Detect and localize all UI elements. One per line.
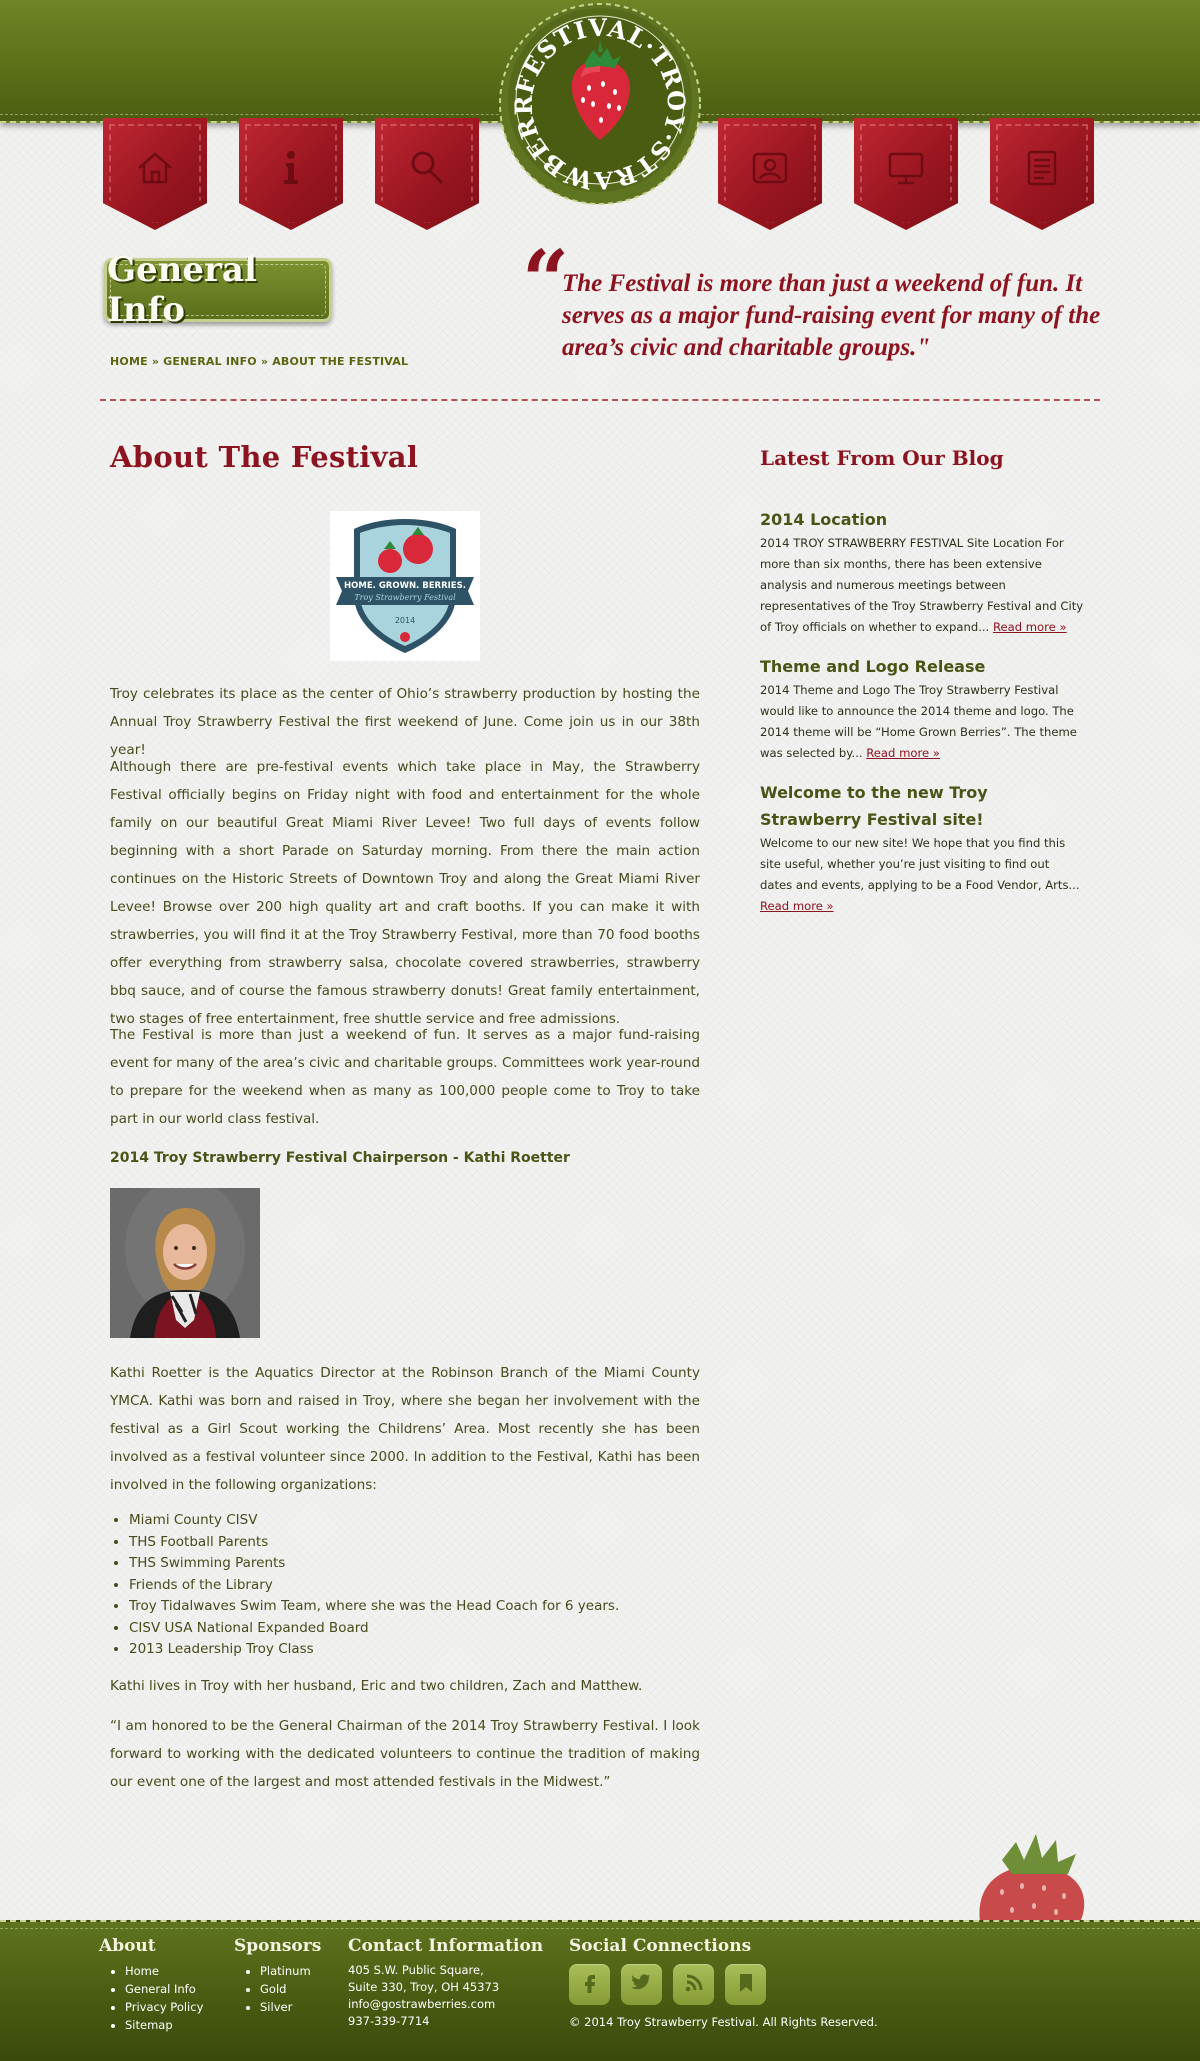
page-title: About The Festival	[110, 440, 419, 474]
strawberry-decoration	[972, 1830, 1092, 1922]
list-item: Miami County CISV	[129, 1510, 619, 1532]
read-more-link[interactable]: Read more »	[866, 746, 940, 760]
document-icon	[1020, 146, 1064, 190]
contact-phone: 937-339-7714	[348, 2014, 430, 2028]
blog-post-excerpt: 2014 TROY STRAWBERRY FESTIVAL Site Locat…	[760, 533, 1085, 638]
twitter-button[interactable]	[621, 1964, 662, 2005]
blog-post-excerpt: Welcome to our new site! We hope that yo…	[760, 833, 1085, 917]
social-buttons	[569, 1964, 878, 2005]
monitor-icon	[884, 146, 928, 190]
list-item: THS Swimming Parents	[129, 1553, 619, 1575]
bookmark-icon	[734, 1971, 758, 1999]
rss-icon	[682, 1971, 706, 1999]
address-line-2: Suite 330, Troy, OH 45373	[348, 1980, 500, 1994]
breadcrumb-text[interactable]: HOME » GENERAL INFO » ABOUT THE FESTIVAL	[110, 355, 408, 368]
footer-contact: Contact Information 405 S.W. Public Squa…	[348, 1936, 543, 2030]
nav-tab-home[interactable]	[103, 118, 207, 230]
contact-email[interactable]: info@gostrawberries.com	[348, 1996, 543, 2013]
copyright-text: © 2014 Troy Strawberry Festival. All Rig…	[569, 2015, 878, 2029]
sidebar-title: Latest From Our Blog	[760, 446, 1004, 470]
list-item: Troy Tidalwaves Swim Team, where she was…	[129, 1596, 619, 1618]
nav-tab-search[interactable]	[375, 118, 479, 230]
breadcrumb: HOME » GENERAL INFO » ABOUT THE FESTIVAL	[110, 355, 408, 368]
hero-quote: The Festival is more than just a weekend…	[562, 270, 1101, 361]
nav-tab-media[interactable]	[854, 118, 958, 230]
events-paragraph: Although there are pre-festival events w…	[110, 759, 700, 1027]
footer-link-general-info[interactable]: General Info	[125, 1980, 203, 1998]
logo-banner-text: HOME. GROWN. BERRIES.	[344, 581, 466, 591]
header-divider	[100, 399, 1100, 401]
organizations-list: Miami County CISV THS Football Parents T…	[129, 1510, 619, 1661]
footer-heading: Contact Information	[348, 1936, 544, 1956]
read-more-link[interactable]: Read more »	[760, 899, 834, 913]
nav-tab-documents[interactable]	[990, 118, 1094, 230]
intro-paragraph: Troy celebrates its place as the center …	[110, 686, 700, 758]
chair-bio-paragraph: Kathi Roetter is the Aquatics Director a…	[110, 1365, 700, 1493]
home-icon	[133, 146, 177, 190]
rss-button[interactable]	[673, 1964, 714, 2005]
chairperson-photo	[110, 1188, 260, 1338]
info-icon	[269, 146, 313, 190]
logo-year-text: 2014	[395, 616, 415, 625]
facebook-icon	[578, 1971, 602, 1999]
read-more-link[interactable]: Read more »	[993, 620, 1067, 634]
search-icon	[405, 146, 449, 190]
footer-heading: Sponsors	[234, 1936, 322, 1956]
contact-details: 405 S.W. Public Square, Suite 330, Troy,…	[348, 1962, 543, 2030]
footer-about: About Home General Info Privacy Policy S…	[99, 1936, 203, 2034]
main-content: About The Festival HOME. GROWN. BERRIES.…	[110, 440, 700, 1790]
blog-post-title[interactable]: Welcome to the new Troy Strawberry Festi…	[760, 779, 1080, 833]
blog-post-title[interactable]: 2014 Location	[760, 506, 887, 533]
footer-social: Social Connections © 2014 Troy Strawberr…	[569, 1936, 878, 2029]
bookmark-button[interactable]	[725, 1964, 766, 2005]
person-icon	[748, 146, 792, 190]
nav-tab-info[interactable]	[239, 118, 343, 230]
nav-tab-contact[interactable]	[718, 118, 822, 230]
festival-2014-logo: HOME. GROWN. BERRIES. Troy Strawberry Fe…	[330, 511, 480, 661]
logo-sub-text: Troy Strawberry Festival	[354, 593, 456, 602]
footer-link-silver[interactable]: Silver	[260, 1998, 321, 2016]
fundraising-paragraph: The Festival is more than just a weekend…	[110, 1027, 700, 1127]
footer-heading: About	[99, 1936, 156, 1956]
blog-sidebar: Latest From Our Blog 2014 Location 2014 …	[760, 446, 1090, 913]
chair-heading: 2014 Troy Strawberry Festival Chairperso…	[110, 1150, 570, 1166]
list-item: THS Football Parents	[129, 1532, 619, 1554]
footer-links: Platinum Gold Silver	[260, 1962, 321, 2016]
footer-sponsors: Sponsors Platinum Gold Silver	[234, 1936, 321, 2016]
footer-link-home[interactable]: Home	[125, 1962, 203, 1980]
footer-link-platinum[interactable]: Platinum	[260, 1962, 321, 1980]
address-line-1: 405 S.W. Public Square,	[348, 1963, 484, 1977]
chair-quote-paragraph: “I am honored to be the General Chairman…	[110, 1718, 700, 1790]
blog-post-title[interactable]: Theme and Logo Release	[760, 653, 985, 680]
list-item: CISV USA National Expanded Board	[129, 1618, 619, 1640]
list-item: Friends of the Library	[129, 1575, 619, 1597]
footer-link-sitemap[interactable]: Sitemap	[125, 2016, 203, 2034]
footer-links: Home General Info Privacy Policy Sitemap	[125, 1962, 203, 2034]
twitter-icon	[630, 1971, 654, 1999]
festival-site-logo[interactable]: FESTIVAL·TROY·STRAWBERRY	[483, 0, 707, 205]
list-item: 2013 Leadership Troy Class	[129, 1639, 619, 1661]
section-badge: General Info	[104, 250, 332, 330]
facebook-button[interactable]	[569, 1964, 610, 2005]
footer-link-privacy[interactable]: Privacy Policy	[125, 1998, 203, 2016]
site-footer: About Home General Info Privacy Policy S…	[0, 1920, 1200, 2061]
family-paragraph: Kathi lives in Troy with her husband, Er…	[110, 1678, 643, 1694]
excerpt-text: Welcome to our new site! We hope that yo…	[760, 836, 1080, 892]
footer-link-gold[interactable]: Gold	[260, 1980, 321, 1998]
blog-post-excerpt: 2014 Theme and Logo The Troy Strawberry …	[760, 680, 1085, 764]
footer-heading: Social Connections	[569, 1936, 752, 1956]
